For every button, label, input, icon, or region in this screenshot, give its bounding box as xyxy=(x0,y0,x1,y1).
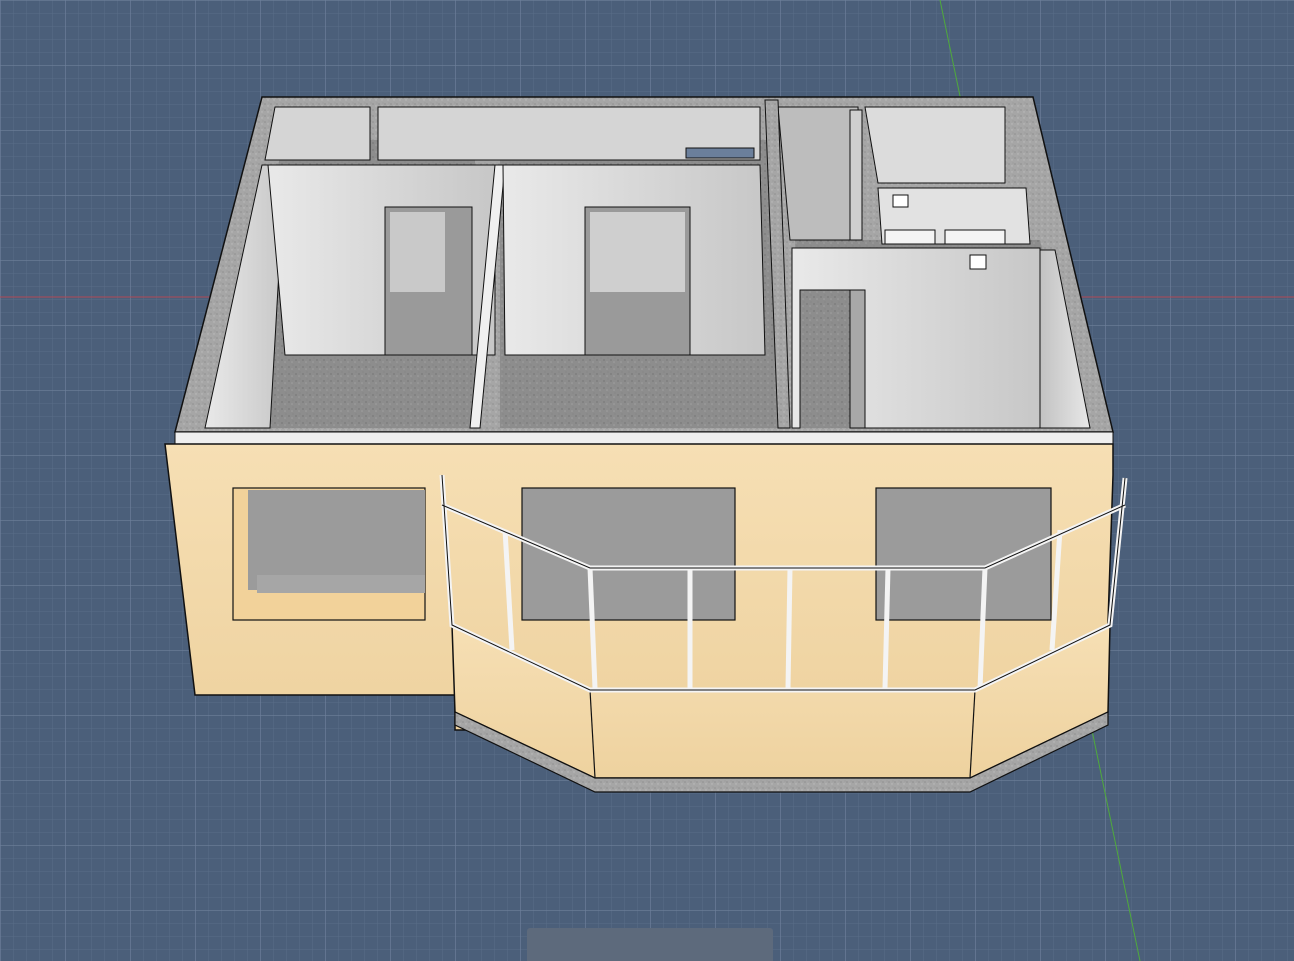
doorway-right-view xyxy=(849,289,866,429)
window-right xyxy=(875,487,1052,621)
bottom-panel-tab[interactable] xyxy=(527,928,773,961)
bath-fixture-2 xyxy=(884,229,936,245)
bath-fixture-3 xyxy=(944,229,1006,245)
doorway-middle-inner xyxy=(590,212,685,292)
3d-viewport[interactable] xyxy=(0,0,1294,961)
back-wall-right xyxy=(777,106,861,241)
scene-canvas[interactable] xyxy=(0,0,1294,961)
bath-fixture-4 xyxy=(969,254,987,270)
bath-fixture-1 xyxy=(892,194,909,208)
window-left-sill xyxy=(257,575,425,593)
hall-wall xyxy=(849,109,863,241)
bath-wall-1 xyxy=(864,106,1006,184)
doorway-left-inner xyxy=(390,212,445,292)
apartment-model[interactable] xyxy=(164,96,1128,793)
back-wall-left xyxy=(264,106,371,161)
inner-wall-top-ledge xyxy=(174,431,1114,445)
back-window xyxy=(685,147,755,159)
